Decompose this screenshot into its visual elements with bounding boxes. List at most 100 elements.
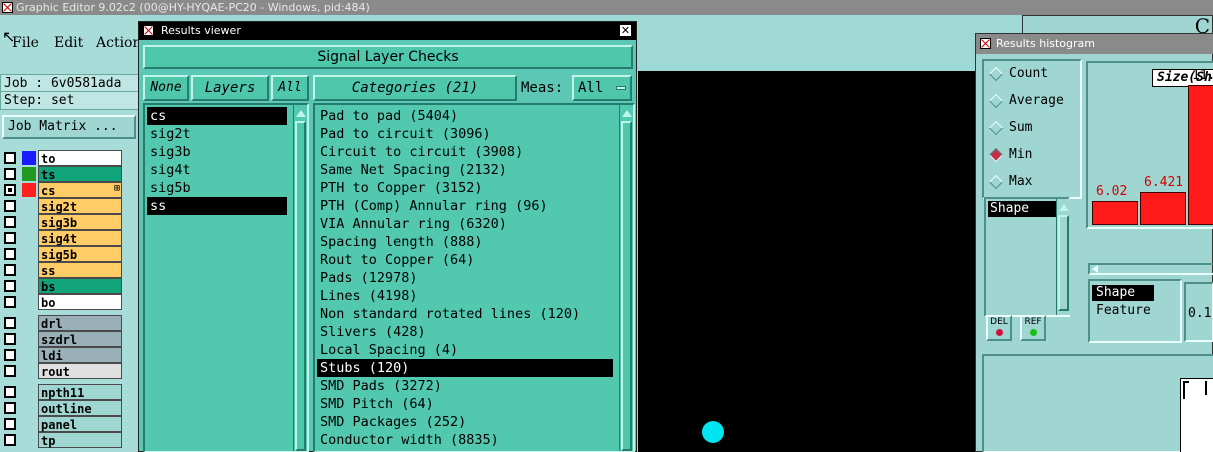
app-close-icon[interactable]	[2, 2, 13, 13]
histogram-preview-canvas[interactable]	[1180, 378, 1213, 452]
layer-checkbox[interactable]	[4, 264, 16, 276]
category-item[interactable]: PTH (Comp) Annular ring (96)	[317, 197, 613, 215]
layer-color-swatch[interactable]	[22, 332, 36, 346]
scroll-thumb[interactable]	[621, 121, 632, 451]
layer-row-ss[interactable]: ss	[2, 262, 122, 278]
layer-color-swatch[interactable]	[22, 348, 36, 362]
layer-checkbox[interactable]	[4, 248, 16, 260]
histogram-chart[interactable]: Size(Sh 6.026- 6.16.4216.4- 6.511.11. 11	[1086, 61, 1213, 229]
scroll-up-arrow-icon[interactable]	[620, 107, 633, 120]
category-item[interactable]: Conductor width (8835)	[317, 431, 613, 449]
layer-color-swatch[interactable]	[22, 385, 36, 399]
layer-row-bo[interactable]: bo	[2, 294, 122, 310]
layer-checkbox[interactable]	[4, 232, 16, 244]
category-item[interactable]: Pad to circuit (3096)	[317, 125, 613, 143]
layer-row-ts[interactable]: ts	[2, 166, 122, 182]
layer-checkbox[interactable]	[4, 402, 16, 414]
layer-color-swatch[interactable]	[22, 215, 36, 229]
all-layers-button[interactable]: All	[271, 75, 309, 101]
scroll-thumb[interactable]	[1058, 215, 1069, 311]
scroll-thumb[interactable]	[295, 121, 306, 451]
category-item[interactable]: Lines (4198)	[317, 287, 613, 305]
layer-checkbox[interactable]	[4, 386, 16, 398]
layer-row-sig4t[interactable]: sig4t	[2, 230, 122, 246]
menu-edit[interactable]: Edit	[54, 35, 83, 51]
layer-color-swatch[interactable]	[22, 433, 36, 447]
layer-row-szdrl[interactable]: szdrl	[2, 331, 122, 347]
layer-row-cs[interactable]: cs ⊞	[2, 182, 122, 198]
layer-color-swatch[interactable]	[22, 263, 36, 277]
result-layer-item[interactable]: sig5b	[147, 179, 287, 197]
layer-checkbox[interactable]	[4, 434, 16, 446]
category-item[interactable]: Circuit to circuit (3908)	[317, 143, 613, 161]
ref-button[interactable]: REF	[1020, 315, 1046, 341]
menu-file[interactable]: File	[12, 35, 39, 51]
category-item[interactable]: PTH to Copper (3152)	[317, 179, 613, 197]
layer-row-outline[interactable]: outline	[2, 400, 122, 416]
category-results-list[interactable]: Pad to pad (5404) Pad to circuit (3096) Ci…	[313, 103, 635, 452]
layer-color-swatch[interactable]	[22, 199, 36, 213]
shape-list-scrollbar[interactable]	[1056, 199, 1070, 315]
layer-results-list[interactable]: cs sig2t sig3b sig4t sig5b ss	[143, 103, 309, 452]
category-results-scrollbar[interactable]	[619, 105, 633, 451]
layer-checkbox[interactable]	[4, 418, 16, 430]
result-layer-item[interactable]: sig3b	[147, 143, 287, 161]
layer-row-drl[interactable]: drl	[2, 315, 122, 331]
layer-checkbox[interactable]	[4, 280, 16, 292]
layer-color-swatch[interactable]	[22, 364, 36, 378]
mode-radio-count[interactable]: Count	[989, 65, 1048, 83]
del-button[interactable]: DEL	[986, 315, 1012, 341]
result-layer-item[interactable]: sig2t	[147, 125, 287, 143]
scroll-up-arrow-icon[interactable]	[1057, 201, 1070, 214]
category-item[interactable]: VIA Annular ring (6320)	[317, 215, 613, 233]
mode-radio-average[interactable]: Average	[989, 92, 1064, 110]
layer-color-swatch[interactable]	[22, 183, 36, 197]
layer-row-npth11[interactable]: npth11	[2, 384, 122, 400]
layers-button[interactable]: Layers	[191, 75, 269, 101]
category-item[interactable]: Local Spacing (4)	[317, 341, 613, 359]
category-item[interactable]: Non standard rotated lines (120)	[317, 305, 613, 323]
layer-checkbox[interactable]	[4, 317, 16, 329]
layer-checkbox[interactable]	[4, 296, 16, 308]
histogram-hscroll[interactable]	[1088, 263, 1213, 275]
category-item[interactable]: Pads (12978)	[317, 269, 613, 287]
histogram-bar[interactable]	[1140, 191, 1186, 225]
category-item[interactable]: SMD Packages (252)	[317, 413, 613, 431]
categories-button[interactable]: Categories (21)	[313, 75, 517, 101]
layer-color-swatch[interactable]	[22, 417, 36, 431]
category-item[interactable]: SMD Pitch (64)	[317, 395, 613, 413]
mode-radio-sum[interactable]: Sum	[989, 119, 1032, 137]
layer-row-sig2t[interactable]: sig2t	[2, 198, 122, 214]
category-item[interactable]: Same Net Spacing (2132)	[317, 161, 613, 179]
feature-list[interactable]: Shape Feature	[1088, 279, 1182, 343]
category-item[interactable]: Spacing length (888)	[317, 233, 613, 251]
mode-radio-max[interactable]: Max	[989, 173, 1032, 191]
layer-checkbox[interactable]	[4, 152, 16, 164]
category-item[interactable]: Pad to pad (5404)	[317, 107, 613, 125]
layer-row-to[interactable]: to	[2, 150, 122, 166]
layer-row-bs[interactable]: bs	[2, 278, 122, 294]
layer-row-rout[interactable]: rout	[2, 363, 122, 379]
layer-color-swatch[interactable]	[22, 151, 36, 165]
layer-color-swatch[interactable]	[22, 231, 36, 245]
results-viewer-close-icon[interactable]: ✕	[619, 24, 632, 37]
result-layer-item[interactable]: sig4t	[147, 161, 287, 179]
histogram-bar[interactable]	[1188, 85, 1213, 225]
layer-row-panel[interactable]: panel	[2, 416, 122, 432]
layer-checkbox[interactable]	[4, 168, 16, 180]
layer-checkbox[interactable]	[4, 349, 16, 361]
category-item[interactable]: SMD Pads (3272)	[317, 377, 613, 395]
mode-radio-min[interactable]: Min	[989, 146, 1032, 164]
menu-action[interactable]: Action	[96, 35, 142, 51]
layer-checkbox[interactable]	[4, 333, 16, 345]
layer-color-swatch[interactable]	[22, 316, 36, 330]
histogram-menu-icon[interactable]	[980, 38, 991, 49]
result-layer-item[interactable]: ss	[147, 197, 287, 215]
results-viewer-menu-icon[interactable]	[143, 25, 154, 36]
layer-checkbox[interactable]	[4, 365, 16, 377]
histogram-shape-list[interactable]: Shape	[984, 197, 1070, 317]
job-matrix-button[interactable]: Job Matrix ...	[2, 115, 136, 139]
result-layer-item[interactable]: cs	[147, 107, 287, 125]
none-button[interactable]: None	[143, 75, 189, 101]
category-item[interactable]: Rout to Copper (64)	[317, 251, 613, 269]
